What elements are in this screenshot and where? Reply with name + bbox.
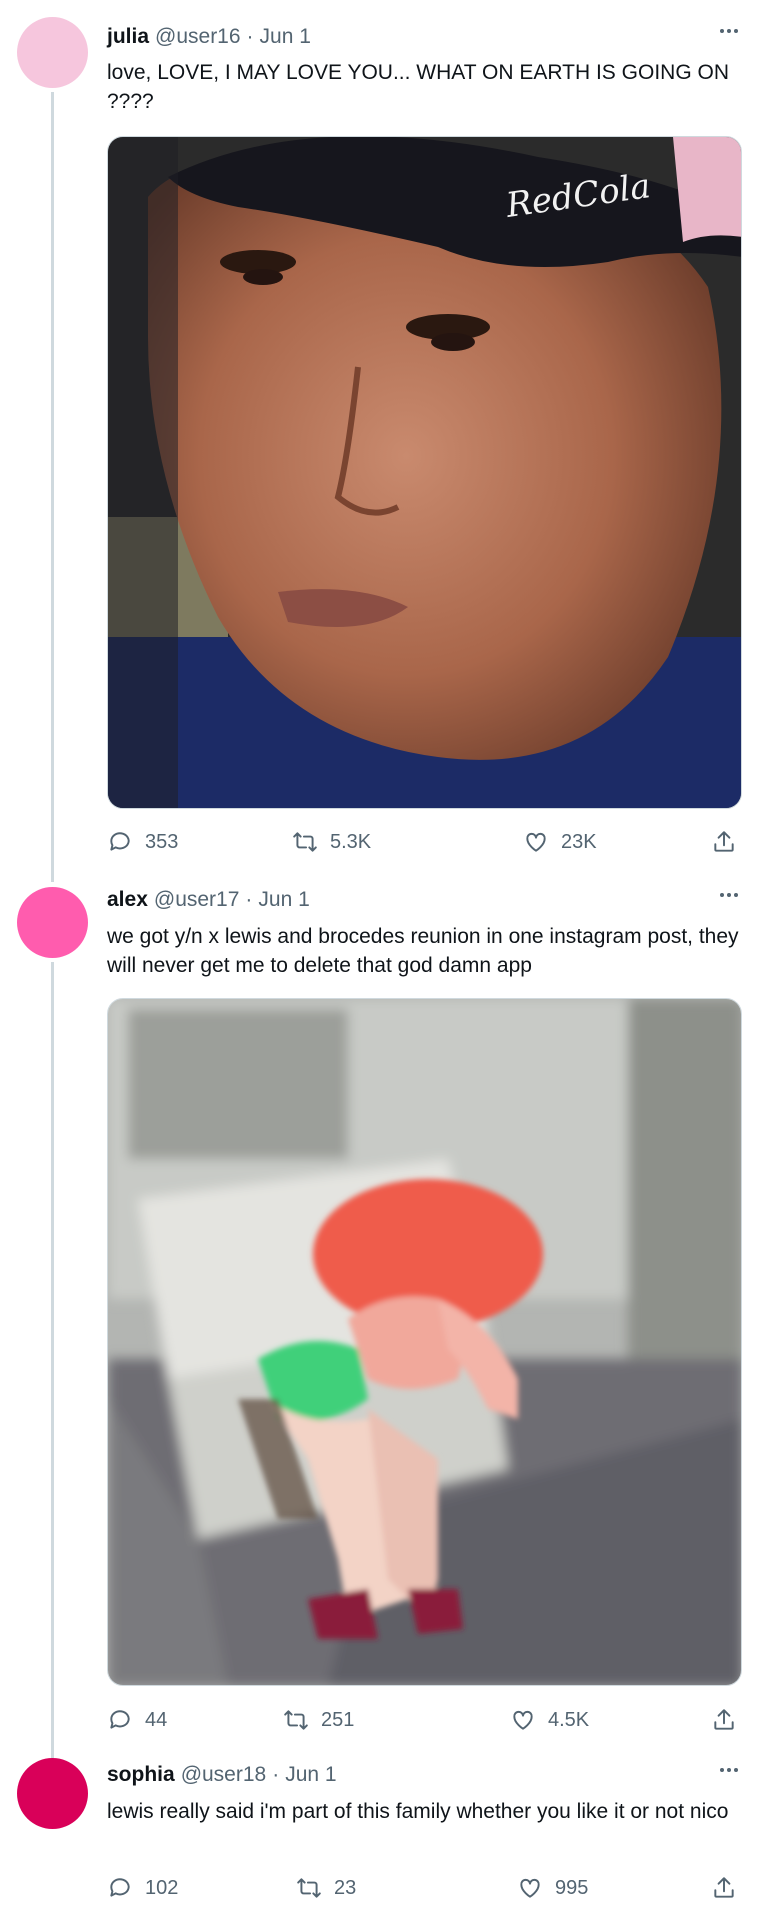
tweet-header: julia @user16 · Jun 1 — [107, 22, 311, 52]
tweet-media-image[interactable]: RedCola — [107, 136, 742, 809]
tweet-actions: 44 251 4.5K — [107, 1704, 747, 1736]
tweet-1[interactable]: julia @user16 · Jun 1 love, LOVE, I MAY … — [0, 0, 762, 882]
thread-line — [51, 962, 54, 1762]
display-name[interactable]: sophia — [107, 1763, 175, 1787]
tweet-2[interactable]: alex @user17 · Jun 1 we got y/n x lewis … — [0, 870, 762, 1762]
reply-icon — [110, 1878, 130, 1897]
user-handle[interactable]: @user16 — [155, 25, 241, 49]
tweet-actions: 353 5.3K 23K — [107, 826, 747, 858]
like-button[interactable]: 4.5K — [510, 1704, 589, 1736]
heart-icon — [513, 1710, 533, 1730]
tweet-header: alex @user17 · Jun 1 — [107, 885, 310, 915]
retweet-icon — [284, 1710, 308, 1730]
share-icon — [714, 1877, 734, 1898]
avatar[interactable] — [17, 887, 88, 958]
retweet-icon — [293, 832, 317, 852]
user-handle[interactable]: @user17 — [154, 888, 240, 912]
reply-button[interactable]: 102 — [107, 1872, 178, 1904]
retweet-button[interactable]: 5.3K — [292, 826, 371, 858]
retweet-button[interactable]: 251 — [283, 1704, 354, 1736]
media-photo-man-in-cap: RedCola — [108, 137, 741, 808]
share-button[interactable] — [711, 1872, 737, 1904]
like-count: 995 — [555, 1876, 589, 1899]
reply-count: 102 — [145, 1876, 179, 1899]
retweet-button[interactable]: 23 — [296, 1872, 356, 1904]
retweet-count: 5.3K — [330, 830, 372, 853]
like-count: 23K — [561, 830, 597, 853]
tweet-header: sophia @user18 · Jun 1 — [107, 1760, 337, 1790]
tweet-date[interactable]: Jun 1 — [285, 1763, 336, 1787]
heart-icon — [520, 1878, 540, 1898]
more-options-button[interactable] — [714, 21, 744, 41]
tweet-text: we got y/n x lewis and brocedes reunion … — [107, 925, 739, 977]
reply-button[interactable]: 44 — [107, 1704, 167, 1736]
share-icon — [714, 831, 734, 852]
tweet-text: lewis really said i'm part of this famil… — [107, 1800, 729, 1823]
retweet-count: 23 — [334, 1876, 357, 1899]
tweet-date[interactable]: Jun 1 — [260, 25, 311, 49]
retweet-icon — [297, 1878, 321, 1898]
thread-line — [51, 92, 54, 882]
tweet-text: love, LOVE, I MAY LOVE YOU... WHAT ON EA… — [107, 61, 729, 113]
reply-count: 353 — [145, 830, 179, 853]
reply-icon — [110, 832, 130, 851]
separator-dot: · — [246, 25, 254, 48]
tweet-actions: 102 23 995 — [107, 1872, 747, 1904]
share-button[interactable] — [711, 1704, 737, 1736]
avatar[interactable] — [17, 1758, 88, 1829]
share-button[interactable] — [711, 826, 737, 858]
media-animated-figure — [108, 999, 741, 1685]
separator-dot: · — [245, 888, 253, 911]
like-count: 4.5K — [548, 1708, 590, 1731]
avatar[interactable] — [17, 17, 88, 88]
reply-icon — [110, 1710, 130, 1729]
reply-button[interactable]: 353 — [107, 826, 178, 858]
tweet-3[interactable]: sophia @user18 · Jun 1 lewis really said… — [0, 1750, 762, 1920]
display-name[interactable]: julia — [107, 25, 149, 49]
like-button[interactable]: 995 — [517, 1872, 588, 1904]
tweet-media-image[interactable] — [107, 998, 742, 1686]
tweet-date[interactable]: Jun 1 — [258, 888, 309, 912]
reply-count: 44 — [145, 1708, 168, 1731]
like-button[interactable]: 23K — [523, 826, 597, 858]
retweet-count: 251 — [321, 1708, 355, 1731]
more-options-button[interactable] — [714, 885, 744, 905]
display-name[interactable]: alex — [107, 888, 148, 912]
heart-icon — [526, 832, 546, 852]
share-icon — [714, 1709, 734, 1730]
separator-dot: · — [272, 1763, 280, 1786]
more-options-button[interactable] — [714, 1760, 744, 1780]
user-handle[interactable]: @user18 — [181, 1763, 267, 1787]
